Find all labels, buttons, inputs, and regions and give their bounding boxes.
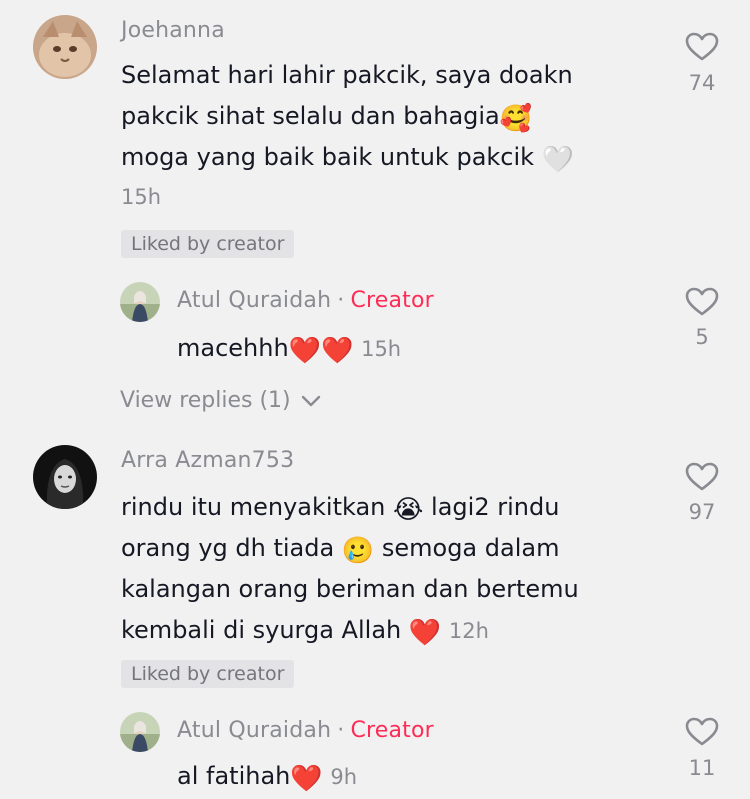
- creator-label: Creator: [350, 718, 434, 743]
- reply-header: Atul Quraidah · Creator: [177, 288, 434, 313]
- heart-outline-icon[interactable]: [685, 287, 719, 317]
- reply-header: Atul Quraidah · Creator: [177, 718, 434, 743]
- separator-dot: ·: [337, 718, 345, 743]
- reply-username[interactable]: Atul Quraidah: [177, 288, 331, 313]
- comment-line: pakcik sihat selalu dan bahagia🥰: [121, 96, 574, 137]
- avatar[interactable]: [33, 445, 97, 509]
- reply-text: macehhh❤️❤️ 15h: [177, 328, 401, 370]
- comment-line-text: rindu itu menyakitkan: [121, 493, 386, 521]
- heart-outline-icon[interactable]: [685, 32, 719, 62]
- girl-avatar-icon: [120, 282, 160, 322]
- comment-line-text: pakcik sihat selalu dan bahagia: [121, 102, 500, 130]
- reply-timestamp: 9h: [330, 765, 358, 789]
- like-count: 11: [688, 756, 716, 780]
- woman-avatar-icon: [33, 445, 97, 509]
- tear-smile-emoji-icon: 🥲: [341, 536, 375, 566]
- red-heart-emoji-icon: ❤️❤️: [288, 336, 354, 366]
- reply-username[interactable]: Atul Quraidah: [177, 718, 331, 743]
- comment-line-text: moga yang baik baik untuk pakcik: [121, 143, 535, 171]
- comment-line: Selamat hari lahir pakcik, saya doakn: [121, 61, 573, 89]
- comment-username[interactable]: Joehanna: [121, 18, 225, 43]
- reply-text: al fatihah❤️ 9h: [177, 756, 357, 798]
- creator-label: Creator: [350, 288, 434, 313]
- comment-line: rindu itu menyakitkan 😭 lagi2 rindu: [121, 487, 579, 528]
- comment-timestamp: 12h: [448, 619, 489, 643]
- avatar[interactable]: [120, 282, 160, 322]
- comment-line: kalangan orang beriman dan bertemu: [121, 575, 579, 603]
- reply-timestamp: 15h: [361, 337, 402, 361]
- red-heart-emoji-icon: ❤️: [408, 618, 442, 648]
- view-replies-label: View replies (1): [120, 388, 291, 413]
- like-count: 97: [688, 500, 716, 524]
- heart-outline-icon[interactable]: [685, 462, 719, 492]
- smiling-hearts-emoji-icon: 🥰: [499, 104, 533, 134]
- comment-timestamp: 15h: [121, 185, 162, 209]
- red-heart-emoji-icon: ❤️: [290, 764, 323, 794]
- girl-avatar-icon: [120, 712, 160, 752]
- cat-avatar-icon: [33, 15, 97, 79]
- crying-emoji-icon: 😭: [393, 495, 424, 525]
- like-count: 74: [688, 71, 716, 95]
- comment-text: Selamat hari lahir pakcik, saya doakn pa…: [121, 55, 574, 178]
- comment-line: orang yg dh tiada 🥲 semoga dalam: [121, 528, 579, 569]
- comment-line-text: lagi2 rindu: [431, 493, 560, 521]
- comment-line: moga yang baik baik untuk pakcik 🤍: [121, 137, 574, 178]
- reply-text-content: al fatihah: [177, 762, 291, 790]
- view-replies-button[interactable]: View replies (1): [120, 388, 322, 413]
- like-count: 5: [695, 325, 709, 349]
- comment-line-text: kembali di syurga Allah: [121, 616, 402, 644]
- separator-dot: ·: [337, 288, 345, 313]
- avatar[interactable]: [33, 15, 97, 79]
- comment-line: kembali di syurga Allah ❤️ 12h: [121, 610, 579, 652]
- chevron-down-icon: [301, 395, 320, 407]
- liked-by-creator-badge: Liked by creator: [121, 660, 295, 688]
- reply-text-content: macehhh: [177, 334, 289, 362]
- comment-username[interactable]: Arra Azman753: [121, 448, 294, 473]
- comment-line-text: orang yg dh tiada: [121, 534, 335, 562]
- avatar[interactable]: [120, 712, 160, 752]
- liked-by-creator-badge: Liked by creator: [121, 230, 295, 258]
- comment-line-text: semoga dalam: [381, 534, 560, 562]
- heart-outline-icon[interactable]: [685, 717, 719, 747]
- comment-text: rindu itu menyakitkan 😭 lagi2 rindu oran…: [121, 487, 579, 652]
- white-heart-emoji-icon: 🤍: [541, 145, 575, 175]
